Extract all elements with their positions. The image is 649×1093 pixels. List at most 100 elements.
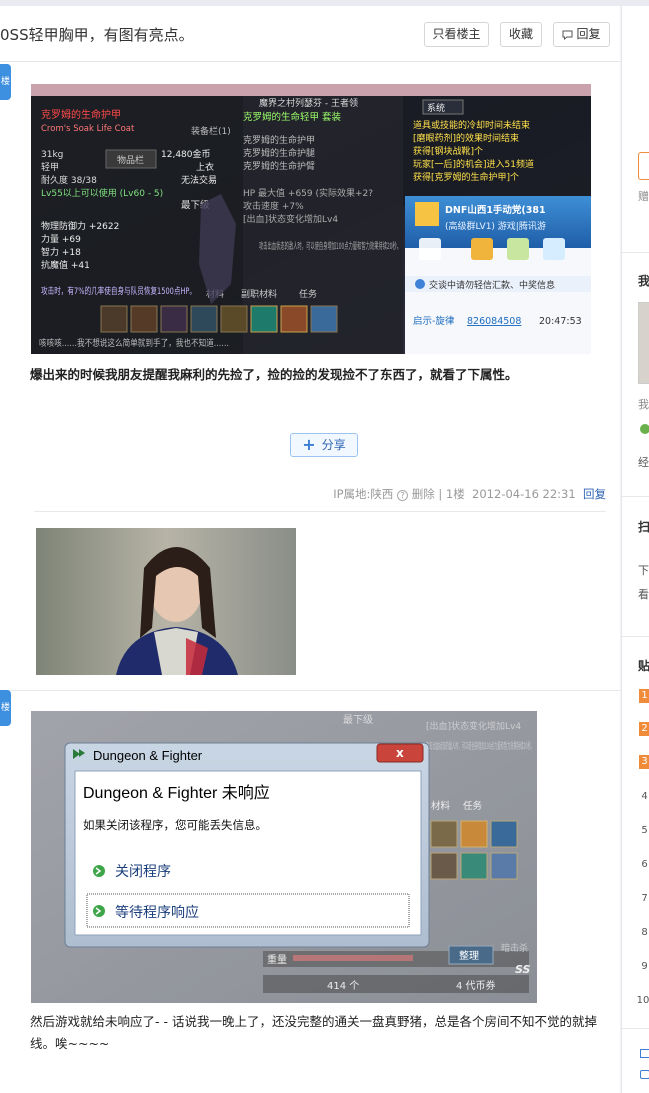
item-slot: 上衣: [196, 161, 214, 173]
signature-divider: [34, 511, 606, 512]
item-phys-def: 物理防御力 +2622: [41, 220, 119, 232]
item-level-req: Lv55以上可以使用 (Lv60 - 5): [41, 187, 163, 199]
set-name: 克罗姆的生命轻甲 套装: [243, 111, 342, 123]
edit-icon[interactable]: [640, 1049, 649, 1058]
item-durability: 耐久度 38/38: [41, 174, 97, 186]
floor-divider: [0, 690, 620, 691]
sub-material-tab: 副职材料: [241, 288, 277, 300]
floor-badge: 楼: [0, 64, 11, 100]
share-button[interactable]: + 分享: [290, 433, 358, 457]
post-reply-link[interactable]: 回复: [583, 487, 606, 501]
system-msg-3: 获得[钢块战靴]个: [413, 145, 483, 157]
bg-coupon: 4 代币券: [456, 979, 496, 992]
help-icon[interactable]: ?: [397, 490, 409, 501]
dialog-heading: Dungeon & Fighter 未响应: [83, 783, 270, 802]
sidebar-fragment-download: 下: [638, 564, 649, 577]
chat-username: 启示-旋律: [413, 315, 455, 327]
hot-rank-2[interactable]: 2: [639, 722, 649, 736]
reply-button-label: 回复: [576, 27, 601, 41]
sidebar-action-button[interactable]: [638, 152, 649, 180]
reply-button[interactable]: 回复: [553, 22, 610, 47]
bg-skill-hint: 暗击杀: [501, 942, 528, 954]
sidebar-divider-4: [622, 1028, 649, 1029]
thread-main: 0SS轻甲胸甲，有图有亮点。 只看楼主 收藏 回复 楼 克罗姆的生命护甲 Cro…: [0, 6, 620, 1093]
sidebar-divider: [622, 252, 649, 253]
close-program-label: 关闭程序: [115, 864, 171, 880]
hot-rank-9[interactable]: 9: [639, 960, 649, 974]
chat-time: 20:47:53: [539, 316, 582, 327]
not-responding-dialog: x Dungeon & Fighter Dungeon & Fighter 未响…: [64, 742, 430, 948]
hot-rank-8[interactable]: 8: [639, 926, 649, 940]
sidebar-fragment-scan: 扫: [638, 520, 649, 534]
system-tab: 系统: [427, 102, 445, 114]
hot-rank-4[interactable]: 4: [639, 790, 649, 804]
gold-amount: 12,480金币: [161, 148, 211, 160]
sidebar-avatar[interactable]: [638, 302, 649, 384]
sidebar-fragment-me: 我: [638, 274, 649, 288]
sidebar-fragment-gift: 赠: [638, 190, 649, 203]
post-1-text: 爆出来的时候我朋友提醒我麻利的先捡了，捡的捡的发现捡不了东西了，就看了下属性。: [30, 367, 518, 382]
only-op-button[interactable]: 只看楼主: [424, 22, 489, 47]
system-msg-1: 道具或技能的冷却时间未结束: [413, 119, 530, 131]
quest-tab: 任务: [299, 288, 317, 300]
game-screenshot-image[interactable]: 克罗姆的生命护甲 Crom's Soak Life Coat 31kg 轻甲 耐…: [31, 84, 591, 354]
floor-badge-2: 楼: [0, 690, 11, 726]
item-effect: 攻击时，有7%的几率使自身与队员恢复1500点HP。: [41, 285, 196, 297]
thread-title: 0SS轻甲胸甲，有图有亮点。: [0, 26, 194, 44]
dialog-window-title: Dungeon & Fighter: [93, 748, 203, 763]
post-2-text: 然后游戏就给未响应了- - 话说我一晚上了，还没完整的通关一盘真野猪，总是各个房…: [30, 1014, 597, 1051]
close-icon: x: [396, 746, 404, 760]
bg-quest: 任务: [463, 800, 483, 812]
signature-image[interactable]: [36, 528, 296, 675]
set-item-2: 克罗姆的生命护腿: [243, 147, 315, 159]
wait-program-label: 等待程序响应: [115, 904, 199, 921]
favorite-button[interactable]: 收藏: [500, 22, 542, 47]
item-trade: 无法交易: [181, 174, 217, 186]
right-sidebar: 赠 我 我 经 扫 下 看 贴 1 2 3 4 5 6 7 8 9 10: [621, 6, 649, 1093]
item-type: 轻甲: [41, 161, 59, 173]
item-weight: 31kg: [41, 150, 63, 160]
not-responding-screenshot[interactable]: 最下级 [出血]状态变化增加Lv4 攻击出血状态的敌人时，可以使自身增加100点…: [31, 711, 537, 1003]
chat-qq: 826084508: [467, 316, 521, 327]
user-icon: [640, 424, 649, 434]
hot-rank-1[interactable]: 1: [639, 689, 649, 703]
chat-group-name: DNF山西1手动党(381: [445, 204, 546, 216]
set-hp: HP 最大值 +659 (实际效果+2?: [243, 187, 373, 199]
item-int: 智力 +18: [41, 246, 81, 258]
bg-count: 414 个: [327, 980, 359, 992]
post-1-meta: IP属地:陕西 ? 删除 | 1楼 2012-04-16 22:31 回复: [333, 486, 606, 502]
ip-location: IP属地:陕西: [333, 487, 394, 501]
hot-rank-3[interactable]: 3: [639, 755, 649, 769]
bg-material: 材料: [431, 800, 451, 812]
bg-weight: 重量: [267, 953, 287, 966]
sidebar-divider-2: [622, 496, 649, 497]
chat-toolbar: [419, 238, 565, 260]
bg-buff: [出血]状态变化增加Lv4: [426, 720, 521, 732]
system-msg-4: 玩家[一后]的机会]进入51频道: [413, 158, 534, 170]
hot-rank-6[interactable]: 6: [639, 858, 649, 872]
thread-title-bar: 0SS轻甲胸甲，有图有亮点。 只看楼主 收藏 回复: [0, 6, 620, 62]
wait-program-option[interactable]: 等待程序响应: [86, 893, 410, 928]
sidebar-fragment-me-2: 我: [638, 398, 649, 411]
hot-rank-10[interactable]: 10: [636, 994, 649, 1008]
message-icon[interactable]: [640, 1070, 649, 1079]
sidebar-fragment-look: 看: [638, 588, 649, 601]
inventory-tab: 物品栏: [117, 154, 144, 166]
hot-rank-5[interactable]: 5: [639, 824, 649, 838]
post-time: 2012-04-16 22:31: [472, 487, 576, 501]
set-item-1: 克罗姆的生命护甲: [243, 134, 315, 146]
set-speed: 攻击速度 +7%: [243, 200, 304, 212]
system-msg-2: [磨眼药剂]的效果时间结束: [413, 132, 519, 144]
hot-rank-7[interactable]: 7: [639, 892, 649, 906]
chat-group-level: (高级群LV1) 游戏|腾讯游: [445, 220, 546, 232]
chat-notice: 交谈中请勿轻信汇款、中奖信息: [429, 279, 555, 291]
item-str: 力量 +69: [41, 233, 81, 245]
bg-desc: 攻击出血状态的敌人时，可以使自身增加100点力量和智力效果持续20秒。: [426, 740, 534, 752]
screenshot-bottom-text: 咳咳咳……我不想说这么简单就到手了，我也不知道……: [39, 337, 229, 349]
dialog-message: 如果关闭该程序，您可能丢失信息。: [83, 818, 267, 832]
sidebar-fragment-exp: 经: [638, 456, 649, 469]
map-title: 魔界之村列瑟芬 - 王者领: [259, 97, 358, 109]
bg-grade: 最下级: [343, 714, 373, 726]
delete-link[interactable]: 删除: [412, 487, 435, 501]
meta-separator: |: [438, 487, 443, 501]
